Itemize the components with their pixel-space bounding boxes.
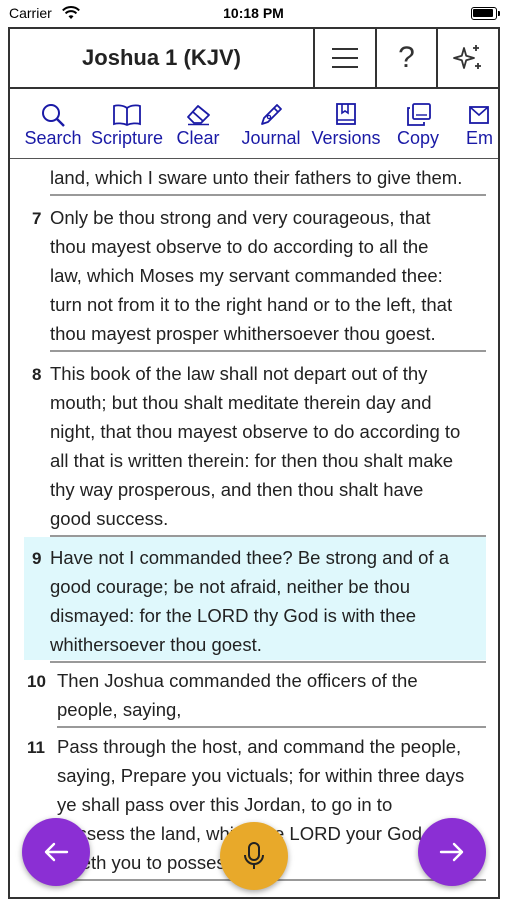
verse-text-line: Have not I commanded thee? Be strong and… [50,547,450,568]
versions-button[interactable]: Versions [310,91,382,158]
verse-text-line: people, saying, [57,699,182,720]
search-button[interactable]: Search [20,91,86,158]
email-button[interactable]: Em [466,91,498,158]
verse-8[interactable]: 8 This book of the law shall not depart o… [10,353,498,537]
search-label: Search [24,128,82,148]
clock: 10:18 PM [223,5,284,21]
verse-text-line: dismayed: for the LORD thy God is with t… [50,605,417,626]
verse-number: 7 [32,209,42,228]
copy-icon [407,103,431,126]
clear-button[interactable]: Clear [170,91,226,158]
app-frame: Joshua 1 (KJV) ? Search Scripture Clear … [8,27,500,899]
pen-icon [261,104,282,125]
previous-chapter-button[interactable] [22,818,90,886]
verse-text-line: thou mayest observe to do according to a… [50,236,429,257]
verse-list: land, which I sware unto their fathers t… [10,160,498,899]
next-chapter-button[interactable] [418,818,486,886]
scripture-label: Scripture [90,128,164,148]
menu-button[interactable] [315,29,377,87]
verse-number: 8 [32,365,42,384]
verse-text-line: mouth; but thou shalt meditate therein d… [50,392,432,413]
verse-number: 10 [27,672,46,691]
bookmark-book-icon [336,103,356,125]
verse-text-line: And to the Reubenites, and to the Gadite… [57,892,463,897]
verse-text-line: turn not from it to the right hand or to… [50,294,453,315]
header: Joshua 1 (KJV) ? [10,29,498,89]
verse-divider [50,350,486,352]
book-icon [113,104,141,126]
verse-text-line: night, that thou mayest observe to do ac… [50,421,461,442]
copy-label: Copy [396,128,440,148]
verse-text-line: all that is written therein: for then th… [50,450,454,471]
verse-text-line: law, which Moses my servant commanded th… [50,265,443,286]
sparkle-icon [453,45,481,69]
battery-icon [471,7,500,20]
verse-text-line: whithersoever thou goest. [50,634,262,655]
versions-label: Versions [311,128,381,148]
verse-continued[interactable]: land, which I sware unto their fathers t… [10,160,498,197]
verse-text-line: Then Joshua commanded the officers of th… [57,670,418,691]
scripture-button[interactable]: Scripture [90,91,164,158]
verse-number: 11 [27,738,45,757]
arrow-right-icon [439,842,464,862]
ai-sparkle-button[interactable] [438,29,498,87]
hamburger-icon [332,48,358,68]
verse-text-line: This book of the law shall not depart ou… [50,363,428,384]
clear-label: Clear [176,128,220,148]
search-icon [42,104,65,127]
verse-text-line: good courage; be not afraid, neither be … [50,576,410,597]
microphone-icon [244,842,264,869]
page-title[interactable]: Joshua 1 (KJV) [10,29,315,87]
status-bar: Carrier 10:18 PM [0,0,507,27]
verse-number: 9 [32,549,42,568]
verse-10[interactable]: 10 Then Joshua commanded the officers of … [10,660,498,728]
toolbar: Search Scripture Clear Journal Versions … [10,91,498,159]
verse-text-line: thy way prosperous, and then thou shalt … [50,479,424,500]
email-icon [469,106,489,124]
verse-text-line: ye shall pass over this Jordan, to go in… [57,794,393,815]
verse-9[interactable]: 9 Have not I commanded thee? Be strong an… [24,537,486,663]
microphone-button[interactable] [220,822,288,890]
verse-7[interactable]: 7 Only be thou strong and very courageous… [10,197,498,353]
eraser-icon [187,105,210,126]
verse-text-line: Pass through the host, and command the p… [57,736,462,757]
verse-text-line: good success. [50,508,169,529]
journal-label: Journal [241,128,301,148]
verse-text-line: thou mayest prosper whithersoever thou g… [50,323,436,344]
verse-number: 12 [27,898,46,899]
copy-button[interactable]: Copy [390,91,446,158]
help-button[interactable]: ? [377,29,438,87]
verse-text-line: Only be thou strong and very courageous,… [50,207,431,228]
email-label: Em [466,128,493,148]
journal-button[interactable]: Journal [238,91,304,158]
verse-text-line: saying, Prepare you victuals; for within… [57,765,465,786]
arrow-left-icon [44,842,69,862]
verse-divider [50,194,486,196]
verse-text-line: land, which I sware unto their fathers t… [50,167,463,188]
